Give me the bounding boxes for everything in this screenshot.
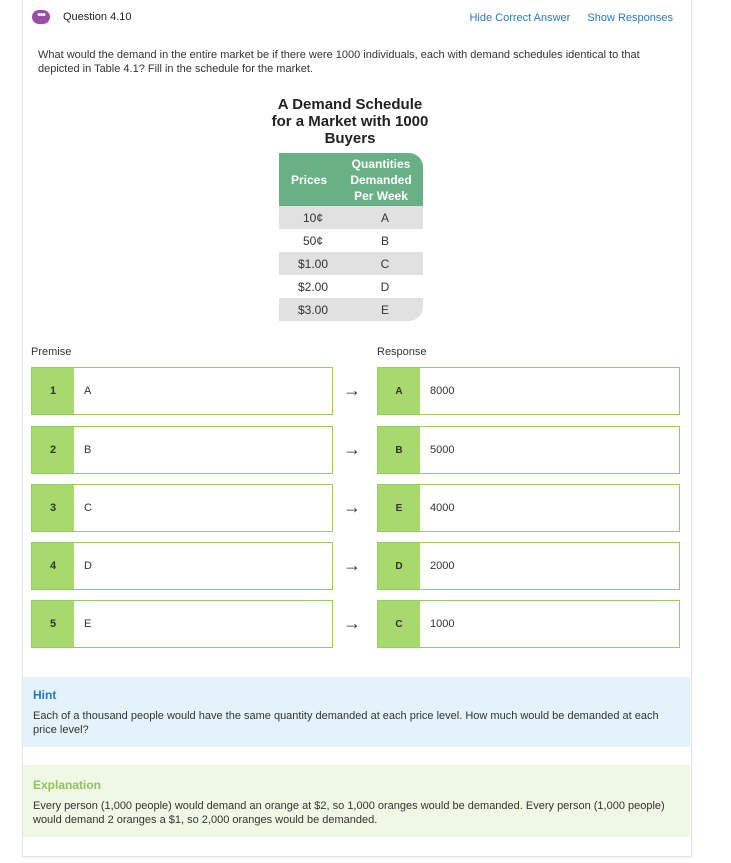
table-row: 10¢ A [279,206,423,229]
response-letter: B [378,427,420,473]
table-row: $3.00 E [279,298,423,321]
price-cell: 10¢ [302,210,324,225]
question-text: What would the demand in the entire mark… [38,49,640,75]
arrow-right-icon: → [343,555,361,575]
premise-row-3[interactable]: 3 C [31,484,333,532]
arrow-right-icon: → [343,613,361,633]
header-prices: Prices [290,172,328,187]
premise-row-2[interactable]: 2 B [31,426,333,474]
show-responses-link[interactable]: Show Responses [587,12,673,24]
premise-number: 4 [32,543,74,589]
price-cell: $3.00 [297,302,329,317]
arrow-right-icon: → [343,497,361,517]
explanation-heading: Explanation [33,778,102,792]
premise-text: C [84,502,92,514]
response-row-4[interactable]: D 2000 [377,542,680,590]
premise-text: A [84,385,92,397]
question-menu-icon[interactable]: ••• [32,10,50,24]
response-text: 2000 [430,560,455,572]
response-letter: D [378,543,420,589]
response-letter: A [378,368,420,414]
premise-text: E [84,618,92,630]
arrow-right-icon: → [343,439,361,459]
demand-schedule-table: Prices Quantities Demanded Per Week 10¢ … [279,153,423,321]
response-text: 1000 [430,618,455,630]
premise-text: D [84,560,92,572]
response-row-3[interactable]: E 4000 [377,484,680,532]
response-letter: E [378,485,420,531]
response-row-2[interactable]: B 5000 [377,426,680,474]
demand-table-header: Prices Quantities Demanded Per Week [279,153,423,206]
table-row: 50¢ B [279,229,423,252]
explanation-body: Every person (1,000 people) would demand… [33,800,665,826]
hint-panel: Hint Each of a thousand people would hav… [23,677,690,747]
price-cell: $1.00 [297,256,329,271]
question-title: Question 4.10 [63,11,132,23]
premise-number: 1 [32,368,74,414]
quantity-cell: E [380,302,389,317]
premise-number: 5 [32,601,74,647]
response-letter: C [378,601,420,647]
quantity-cell: C [380,256,390,271]
price-cell: 50¢ [302,233,324,248]
response-row-5[interactable]: C 1000 [377,600,680,648]
premise-label: Premise [31,346,72,358]
premise-row-5[interactable]: 5 E [31,600,333,648]
response-text: 4000 [430,502,455,514]
premise-text: B [84,444,92,456]
quantity-cell: D [380,279,390,294]
quantity-cell: A [380,210,389,225]
premise-row-4[interactable]: 4 D [31,542,333,590]
premise-row-1[interactable]: 1 A [31,367,333,415]
hide-correct-answer-link[interactable]: Hide Correct Answer [469,12,570,24]
response-row-1[interactable]: A 8000 [377,367,680,415]
hint-body: Each of a thousand people would have the… [33,710,659,736]
response-text: 5000 [430,444,455,456]
demand-table-title: A Demand Schedule for a Market with 1000… [271,96,429,147]
header-quantities: Quantities Demanded Per Week [350,156,412,203]
response-label: Response [377,346,427,358]
explanation-panel: Explanation Every person (1,000 people) … [23,765,690,837]
quantity-cell: B [380,233,389,248]
price-cell: $2.00 [297,279,329,294]
response-text: 8000 [430,385,455,397]
hint-heading: Hint [33,688,57,702]
premise-number: 3 [32,485,74,531]
arrow-right-icon: → [343,380,361,400]
table-row: $1.00 C [279,252,423,275]
premise-number: 2 [32,427,74,473]
table-row: $2.00 D [279,275,423,298]
top-links: Hide Correct Answer Show Responses [455,12,673,24]
